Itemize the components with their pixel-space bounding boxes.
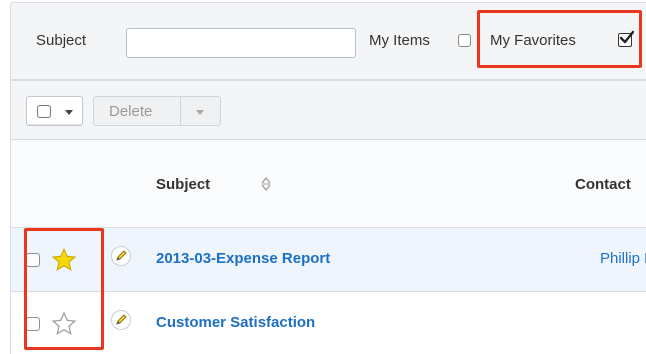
star-icon[interactable]	[51, 247, 77, 273]
subject-link[interactable]: 2013-03-Expense Report	[156, 250, 330, 267]
table-row: 2013-03-Expense Report Phillip Fr	[10, 228, 646, 292]
button-divider	[180, 97, 181, 125]
my-favorites-checkbox[interactable]	[618, 30, 634, 47]
subject-filter-input[interactable]	[126, 28, 356, 58]
caret-down-icon	[65, 110, 73, 115]
row-checkbox[interactable]	[26, 253, 40, 267]
sort-icon[interactable]	[261, 177, 271, 191]
mass-select-button[interactable]	[26, 96, 83, 126]
table-row: Customer Satisfaction	[10, 292, 646, 354]
contact-column-header[interactable]: Contact	[575, 176, 631, 193]
contact-link[interactable]: Phillip Fr	[600, 250, 646, 267]
action-bar: Delete	[10, 80, 646, 140]
filter-bar: Subject My Items My Favorites	[10, 2, 646, 80]
table-header: Subject Contact	[10, 140, 646, 228]
delete-label: Delete	[109, 103, 153, 120]
subject-column-header[interactable]: Subject	[156, 176, 210, 193]
checkmark-icon	[619, 30, 634, 44]
my-favorites-label: My Favorites	[490, 32, 576, 49]
subject-filter-label: Subject	[36, 32, 87, 49]
my-items-label: My Items	[369, 32, 430, 49]
pencil-icon[interactable]	[111, 246, 131, 266]
checkbox-icon	[37, 105, 51, 118]
star-icon[interactable]	[51, 311, 77, 337]
subject-link[interactable]: Customer Satisfaction	[156, 314, 315, 331]
delete-button[interactable]: Delete	[93, 96, 221, 126]
caret-down-icon[interactable]	[196, 110, 204, 115]
pencil-icon[interactable]	[111, 310, 131, 330]
row-checkbox[interactable]	[26, 317, 40, 331]
my-items-checkbox[interactable]	[458, 34, 471, 47]
